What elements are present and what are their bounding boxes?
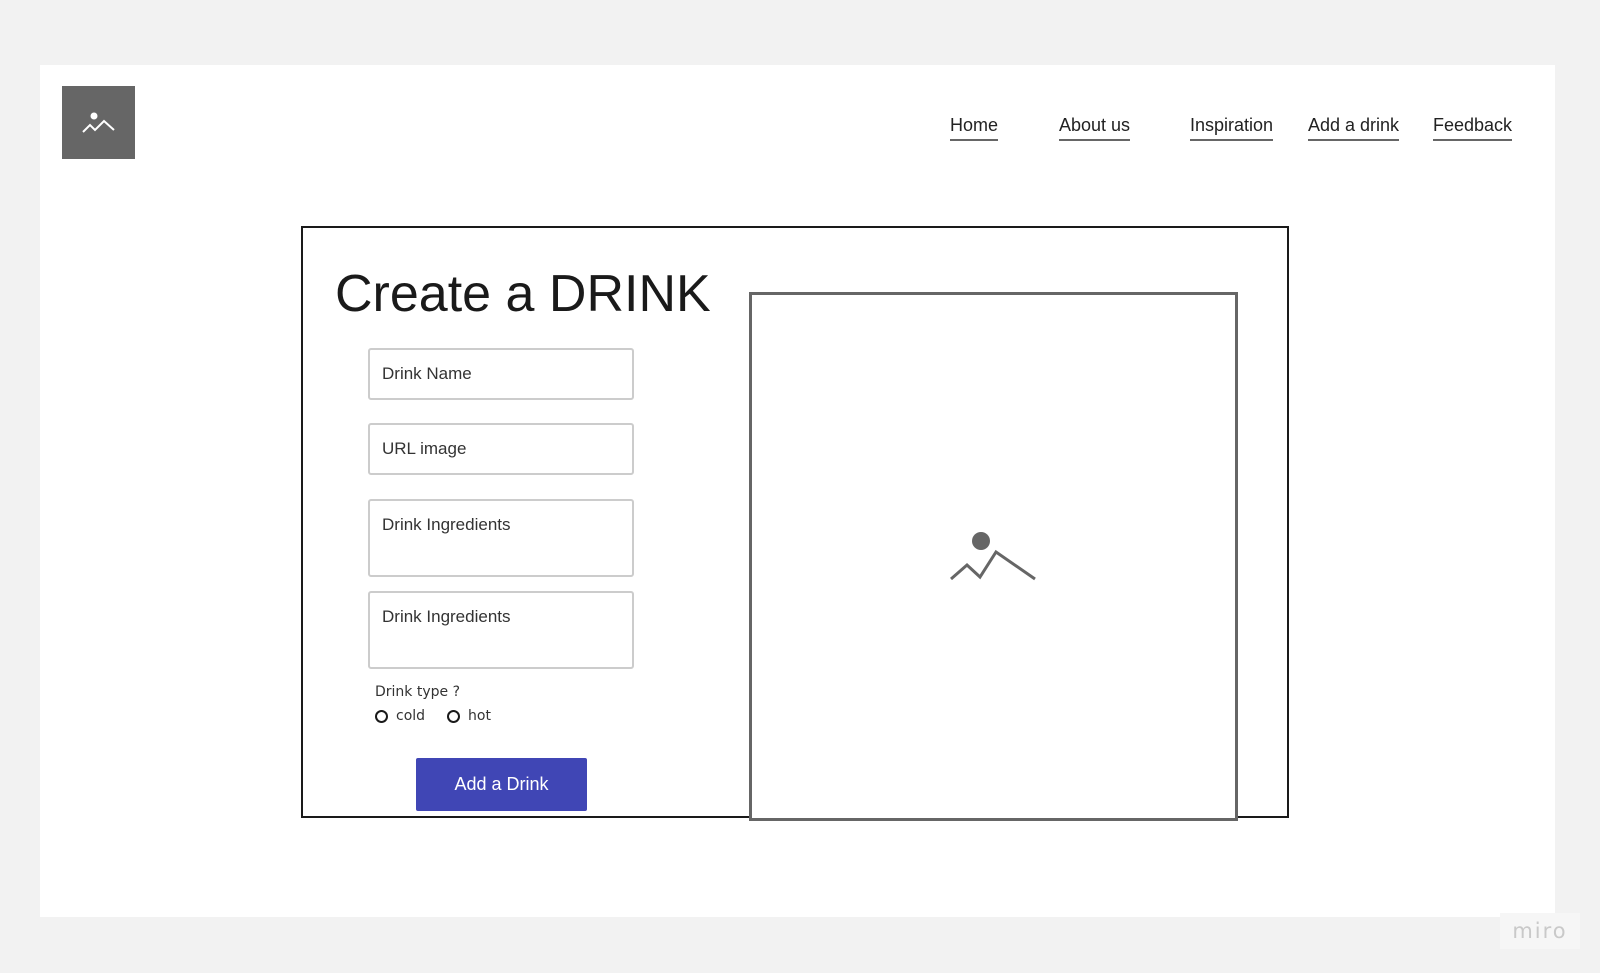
drink-ingredients-textarea-2[interactable]: Drink Ingredients xyxy=(368,591,634,669)
drink-name-input[interactable]: Drink Name xyxy=(368,348,634,400)
nav-feedback-link[interactable]: Feedback xyxy=(1433,115,1513,141)
radio-hot[interactable]: hot xyxy=(447,708,491,724)
page-title: Create a DRINK xyxy=(335,265,711,323)
radio-hot-label: hot xyxy=(468,708,491,724)
add-drink-button[interactable]: Add a Drink xyxy=(416,758,587,811)
nav-inspiration-link[interactable]: Inspiration xyxy=(1190,115,1274,141)
image-placeholder-icon xyxy=(949,531,1036,580)
create-drink-card: Create a DRINK Drink Name URL image Drin… xyxy=(301,226,1289,821)
nav-about-us-link[interactable]: About us xyxy=(1059,115,1131,141)
logo[interactable] xyxy=(62,86,135,159)
radio-circle-icon[interactable] xyxy=(447,709,460,723)
radio-circle-icon[interactable] xyxy=(375,709,388,723)
url-image-input[interactable]: URL image xyxy=(368,423,634,475)
drink-type-label: Drink type ? xyxy=(375,684,461,700)
nav-home-link[interactable]: Home xyxy=(950,115,999,141)
image-preview xyxy=(749,292,1238,821)
drink-ingredients-textarea[interactable]: Drink Ingredients xyxy=(368,499,634,577)
page-frame: Home About us Inspiration Add a drink Fe… xyxy=(40,65,1555,917)
radio-cold-label: cold xyxy=(396,708,426,724)
nav-add-drink-link[interactable]: Add a drink xyxy=(1308,115,1400,141)
miro-watermark: miro xyxy=(1500,913,1580,949)
radio-cold[interactable]: cold xyxy=(375,708,425,724)
image-placeholder-icon xyxy=(81,112,115,133)
